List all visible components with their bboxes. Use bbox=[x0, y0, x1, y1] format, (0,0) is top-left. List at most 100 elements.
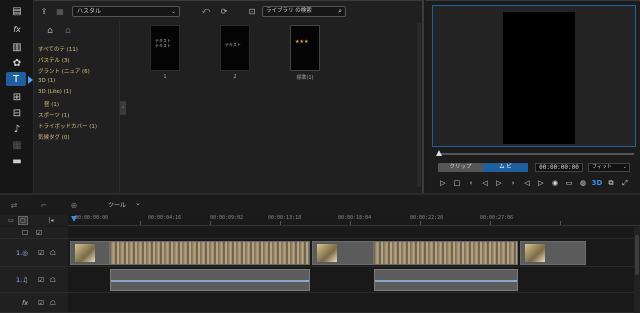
video-track-icon: 1.◎ bbox=[16, 249, 28, 257]
mark-out-icon[interactable]: ▷ bbox=[536, 178, 546, 188]
play-icon[interactable]: ▷ bbox=[438, 178, 448, 188]
timeline-scrollbar[interactable] bbox=[634, 227, 640, 313]
title-template-thumbnail[interactable]: ★★★ bbox=[290, 25, 320, 71]
room-tool-rail: ▤ fx ▥ ✿ T ⊞ ⊟ ♪ ▦ ▬ bbox=[0, 0, 34, 193]
video-clip[interactable] bbox=[374, 241, 518, 265]
category-item[interactable]: すべてのテ (11) bbox=[38, 45, 78, 53]
next-frame-icon[interactable]: › bbox=[508, 178, 518, 188]
category-item[interactable]: 3D (1) bbox=[38, 78, 55, 84]
tag-icon[interactable]: ⌂ bbox=[44, 25, 56, 37]
refresh-icon[interactable]: ⟳ bbox=[218, 5, 230, 17]
tag-remove-icon[interactable]: ⌂ bbox=[62, 25, 74, 37]
video-clip[interactable] bbox=[520, 241, 586, 265]
volume-icon[interactable]: ◍ bbox=[578, 178, 588, 188]
step-forward-icon[interactable]: ▷ bbox=[494, 178, 504, 188]
audio-track-lane[interactable] bbox=[68, 267, 634, 293]
trim-icon[interactable]: ⌐ bbox=[38, 199, 50, 211]
category-item[interactable]: パステル (3) bbox=[38, 56, 70, 64]
import-icon[interactable]: ⇪ bbox=[38, 5, 50, 17]
preview-screen bbox=[432, 5, 636, 147]
split-icon[interactable]: ⇄ bbox=[8, 199, 20, 211]
video-clip[interactable] bbox=[110, 241, 310, 265]
category-select[interactable]: ハスタル ⌄ bbox=[72, 6, 180, 17]
add-track-icon[interactable]: ⊕ bbox=[68, 199, 80, 211]
tools-menu-label[interactable]: ツール bbox=[108, 200, 126, 209]
undock-icon[interactable]: ⧉ bbox=[606, 178, 616, 188]
timeline-ruler[interactable]: ▭ ▢ |◂ 00:00:00:00 00:00:04:16 00:00:09:… bbox=[0, 215, 640, 226]
timecode-display[interactable]: 00:00:00:00 bbox=[535, 163, 583, 172]
track-lane[interactable] bbox=[68, 227, 634, 239]
fx-room-icon[interactable]: fx bbox=[8, 22, 26, 36]
category-item[interactable]: グラント (ニュア (6) bbox=[38, 67, 90, 75]
timeline-view-icon[interactable]: ▭ bbox=[6, 216, 16, 225]
audio-mixing-icon[interactable]: ▦ bbox=[8, 138, 26, 152]
title-template-thumbnail[interactable]: テキスト bbox=[220, 25, 250, 71]
previous-frame-icon[interactable]: ‹ bbox=[466, 178, 476, 188]
title-template-thumbnail[interactable]: テキスト テキスト bbox=[150, 25, 180, 71]
step-back-icon[interactable]: ◁ bbox=[480, 178, 490, 188]
3d-mode-icon[interactable]: 3D bbox=[592, 178, 603, 188]
category-item[interactable]: トライボッドカバー (1) bbox=[38, 122, 97, 130]
track-enable-icon[interactable]: ☑ bbox=[38, 249, 44, 257]
thumbnail-text: テキスト テキスト bbox=[155, 38, 171, 48]
track-header: 1.◎ ☑ ☖ bbox=[0, 239, 68, 267]
audio-clip[interactable] bbox=[374, 269, 518, 291]
clip-thumbnail bbox=[525, 244, 545, 262]
thumbnail-label: 標準(1) bbox=[296, 75, 314, 81]
zoom-icon[interactable]: |◂ bbox=[46, 216, 56, 225]
pip-room-icon[interactable]: ▥ bbox=[8, 40, 26, 54]
download-icon[interactable]: ▦ bbox=[54, 5, 66, 17]
track-header: fx ☑ ☖ bbox=[0, 293, 68, 313]
thumbnail-text: ★★★ bbox=[295, 39, 309, 45]
audio-waveform bbox=[111, 280, 309, 282]
track-lock-icon[interactable]: ☖ bbox=[50, 276, 56, 284]
subtitle-room-icon[interactable]: ▬ bbox=[8, 154, 26, 168]
category-item[interactable]: 気候タグ (0) bbox=[38, 133, 70, 141]
ruler-tick bbox=[420, 221, 421, 225]
mark-in-icon[interactable]: ◁ bbox=[522, 178, 532, 188]
track-lock-icon[interactable]: ☖ bbox=[50, 299, 56, 307]
search-filter-icon[interactable]: ⊡ bbox=[246, 5, 258, 17]
video-clip[interactable] bbox=[312, 241, 374, 265]
track-enable-icon[interactable]: ☑ bbox=[38, 276, 44, 284]
track-enable-icon[interactable]: ☑ bbox=[36, 229, 42, 237]
stop-icon[interactable]: □ bbox=[452, 178, 462, 188]
tab-movie[interactable]: ム ビ bbox=[483, 163, 528, 172]
chevron-down-icon: ⌄ bbox=[170, 8, 176, 15]
audio-clip[interactable] bbox=[110, 269, 310, 291]
undo-icon[interactable]: ⤺ bbox=[200, 5, 212, 17]
category-item[interactable]: 3D (Lite) (1) bbox=[38, 89, 71, 95]
collapse-panel-button[interactable]: ‹ bbox=[120, 101, 126, 115]
chevron-down-icon[interactable]: ⌄ bbox=[135, 199, 141, 207]
tab-clip[interactable]: クリップ bbox=[438, 163, 483, 172]
search-placeholder: ライブラリ の検索 bbox=[266, 8, 312, 14]
preview-seek-bar[interactable] bbox=[436, 150, 634, 156]
library-scrollbar[interactable] bbox=[417, 23, 421, 187]
subtitle-toggle-icon[interactable]: ▭ bbox=[564, 178, 574, 188]
search-icon[interactable]: ⌕ bbox=[338, 7, 342, 16]
video-clip[interactable] bbox=[70, 241, 110, 265]
snapshot-icon[interactable]: ◉ bbox=[550, 178, 560, 188]
track-enable-icon[interactable]: ☑ bbox=[38, 299, 44, 307]
ruler-tick-label: 00:00:04:16 bbox=[148, 215, 182, 221]
media-room-icon[interactable]: ▤ bbox=[8, 4, 26, 18]
category-item[interactable]: 昼 (1) bbox=[44, 100, 59, 108]
track-header: ☐ ☑ bbox=[0, 227, 68, 239]
library-search-input[interactable]: ライブラリ の検索 ⌕ bbox=[262, 6, 346, 17]
scrollbar-thumb[interactable] bbox=[635, 235, 639, 275]
voiceover-room-icon[interactable]: ♪ bbox=[8, 122, 26, 136]
zoom-fit-select[interactable]: フィット ⌄ bbox=[588, 163, 630, 172]
track-lock-icon[interactable]: ☖ bbox=[50, 249, 56, 257]
track-lock-icon[interactable]: ☐ bbox=[22, 229, 28, 237]
transition-room-icon[interactable]: ⊞ bbox=[8, 90, 26, 104]
ruler-tick-label: 00:00:00:00 bbox=[75, 215, 109, 221]
seek-knob-icon[interactable] bbox=[436, 150, 442, 156]
video-track-lane[interactable] bbox=[68, 239, 634, 267]
fullscreen-icon[interactable]: ⤢ bbox=[620, 178, 630, 188]
storyboard-view-icon[interactable]: ▢ bbox=[18, 216, 28, 225]
chapter-room-icon[interactable]: ⊟ bbox=[8, 106, 26, 120]
particle-room-icon[interactable]: ✿ bbox=[8, 56, 26, 70]
title-room-icon[interactable]: T bbox=[6, 72, 26, 86]
fx-track-lane[interactable] bbox=[68, 293, 634, 313]
category-item[interactable]: スポーツ (1) bbox=[38, 111, 69, 119]
